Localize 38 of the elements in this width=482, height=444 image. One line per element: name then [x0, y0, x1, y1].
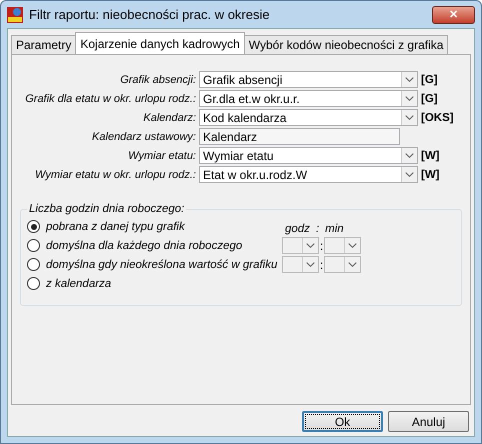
radio-label[interactable]: pobrana z danej typu grafik: [46, 220, 282, 232]
hour-header: godz: [285, 223, 310, 235]
radio-label[interactable]: z kalendarza: [46, 278, 282, 290]
field-label: Grafik absencji:: [119, 74, 196, 86]
window-title: Filtr raportu: nieobecności prac. w okresie: [29, 7, 271, 22]
dialog-button[interactable]: Ok: [302, 411, 383, 432]
field-code: [G]: [421, 74, 439, 86]
time-separator: :: [319, 238, 324, 252]
radio-button[interactable]: [27, 239, 40, 252]
tab[interactable]: Wybór kodów nieobecności z grafika: [244, 35, 448, 54]
tab[interactable]: Parametry: [11, 35, 76, 54]
separator-header: :: [316, 223, 320, 235]
dropdown-field[interactable]: Grafik absencji: [199, 71, 418, 88]
field-code: [OKS]: [421, 112, 455, 124]
group-title: Liczba godzin dnia roboczego:: [28, 203, 186, 215]
text-field[interactable]: Kalendarz: [199, 128, 400, 145]
dropdown-field[interactable]: Kod kalendarza: [199, 109, 418, 126]
radio-button[interactable]: [27, 258, 40, 271]
tab[interactable]: Kojarzenie danych kadrowych: [75, 32, 245, 54]
dropdown-field[interactable]: Etat w okr.u.rodz.W: [199, 166, 418, 183]
field-code: [W]: [421, 150, 441, 162]
dropdown-field[interactable]: Gr.dla et.w okr.u.r.: [199, 90, 418, 107]
radio-label[interactable]: domyślna gdy nieokreślona wartość w grafiku: [46, 258, 282, 270]
dialog-button[interactable]: Anuluj: [388, 411, 469, 432]
field-code: [G]: [421, 92, 439, 104]
field-label: Wymiar etatu:: [127, 150, 196, 162]
dropdown-field[interactable]: Wymiar etatu: [199, 147, 418, 164]
field-label: Kalendarz:: [142, 112, 196, 124]
field-label: Wymiar etatu w okr. urlopu rodz.:: [34, 168, 196, 180]
radio-label[interactable]: domyślna dla każdego dnia roboczego: [46, 240, 282, 252]
app-logo-icon: [7, 6, 23, 22]
minute-header: min: [325, 223, 344, 235]
field-label: Grafik dla etatu w okr. urlopu rodz.:: [24, 92, 196, 104]
field-code: [W]: [421, 168, 441, 180]
radio-button[interactable]: [27, 220, 40, 233]
radio-button[interactable]: [27, 277, 40, 290]
field-label: Kalendarz ustawowy:: [91, 130, 196, 142]
time-separator: :: [319, 258, 324, 272]
